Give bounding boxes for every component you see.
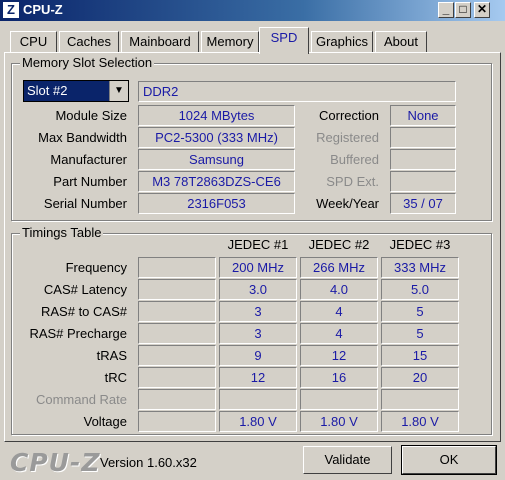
validate-button[interactable]: Validate	[303, 446, 392, 474]
timings-table-legend: Timings Table	[20, 225, 104, 240]
week-year-label: Week/Year	[316, 196, 379, 211]
buffered-value	[390, 149, 456, 170]
timing-value-jedec-2: 12	[300, 345, 378, 366]
minimize-icon: _	[442, 2, 450, 16]
serial-number-label: Serial Number	[43, 196, 127, 211]
registered-value	[390, 127, 456, 148]
column-header-jedec-1: JEDEC #1	[227, 237, 289, 252]
timing-value-jedec-3: 15	[381, 345, 459, 366]
timing-value-jedec-1: 1.80 V	[219, 411, 297, 432]
tab-memory[interactable]: Memory	[201, 31, 259, 53]
close-icon: ✕	[476, 2, 488, 16]
timing-row-label: tRC	[104, 370, 127, 385]
cpuz-app-icon: Z	[3, 2, 19, 18]
timings-table-group: Timings Table JEDEC #1 JEDEC #2 JEDEC #3…	[11, 225, 492, 435]
timing-value-jedec-1: 12	[219, 367, 297, 388]
version-label: Version 1.60.x32	[100, 455, 197, 470]
timing-value-jedec-1: 3	[219, 323, 297, 344]
title-bar[interactable]: Z CPU-Z _ □ ✕	[0, 0, 505, 21]
chevron-down-icon[interactable]: ▼	[109, 81, 128, 101]
timing-row-extra-field	[138, 411, 216, 432]
correction-value: None	[390, 105, 456, 126]
timing-value-jedec-2	[300, 389, 378, 410]
part-number-value: M3 78T2863DZS-CE6	[138, 171, 295, 192]
timing-value-jedec-1: 3.0	[219, 279, 297, 300]
tab-strip: CPU Caches Mainboard Memory SPD Graphics…	[6, 27, 501, 54]
timing-value-jedec-2: 266 MHz	[300, 257, 378, 278]
timing-row-extra-field	[138, 323, 216, 344]
memory-type-field: DDR2	[138, 81, 456, 102]
spd-ext-label: SPD Ext.	[326, 174, 379, 189]
column-header-jedec-2: JEDEC #2	[308, 237, 370, 252]
module-size-value: 1024 MBytes	[138, 105, 295, 126]
timing-row-label: Command Rate	[35, 392, 127, 407]
timing-value-jedec-3: 20	[381, 367, 459, 388]
tab-caches[interactable]: Caches	[59, 31, 119, 53]
timing-value-jedec-3: 5	[381, 323, 459, 344]
manufacturer-value: Samsung	[138, 149, 295, 170]
timing-value-jedec-1	[219, 389, 297, 410]
close-button[interactable]: ✕	[474, 2, 490, 18]
correction-label: Correction	[319, 108, 379, 123]
max-bandwidth-value: PC2-5300 (333 MHz)	[138, 127, 295, 148]
timing-value-jedec-2: 1.80 V	[300, 411, 378, 432]
timing-value-jedec-3	[381, 389, 459, 410]
timing-value-jedec-2: 4.0	[300, 279, 378, 300]
timing-row-label: RAS# to CAS#	[41, 304, 127, 319]
spd-panel: Memory Slot Selection Slot #2 ▼ DDR2 Mod…	[4, 52, 501, 442]
maximize-button[interactable]: □	[455, 2, 471, 18]
timing-value-jedec-3: 5.0	[381, 279, 459, 300]
timing-value-jedec-2: 4	[300, 323, 378, 344]
timing-row-extra-field	[138, 389, 216, 410]
timing-row-extra-field	[138, 257, 216, 278]
timing-row-label: RAS# Precharge	[29, 326, 127, 341]
timing-row-label: CAS# Latency	[43, 282, 127, 297]
maximize-icon: □	[459, 2, 467, 16]
timing-row-label: tRAS	[96, 348, 127, 363]
timing-value-jedec-2: 16	[300, 367, 378, 388]
tab-spd[interactable]: SPD	[259, 27, 309, 54]
spd-ext-value	[390, 171, 456, 192]
tab-about[interactable]: About	[375, 31, 427, 53]
timing-row-extra-field	[138, 301, 216, 322]
manufacturer-label: Manufacturer	[50, 152, 127, 167]
week-year-value: 35 / 07	[390, 193, 456, 214]
registered-label: Registered	[316, 130, 379, 145]
cpuz-logo: CPU-Z	[10, 448, 101, 477]
timing-value-jedec-3: 1.80 V	[381, 411, 459, 432]
module-size-label: Module Size	[55, 108, 127, 123]
timing-value-jedec-1: 3	[219, 301, 297, 322]
timing-row-extra-field	[138, 367, 216, 388]
tab-mainboard[interactable]: Mainboard	[121, 31, 199, 53]
max-bandwidth-label: Max Bandwidth	[38, 130, 127, 145]
tab-graphics[interactable]: Graphics	[311, 31, 373, 53]
timing-value-jedec-3: 5	[381, 301, 459, 322]
timing-value-jedec-2: 4	[300, 301, 378, 322]
minimize-button[interactable]: _	[438, 2, 454, 18]
timing-value-jedec-1: 200 MHz	[219, 257, 297, 278]
timing-row-extra-field	[138, 279, 216, 300]
slot-select-value: Slot #2	[27, 83, 68, 98]
timing-value-jedec-1: 9	[219, 345, 297, 366]
window-title: CPU-Z	[23, 2, 63, 17]
part-number-label: Part Number	[53, 174, 127, 189]
memory-slot-selection-legend: Memory Slot Selection	[20, 55, 155, 70]
ok-button[interactable]: OK	[401, 445, 497, 475]
timing-row-extra-field	[138, 345, 216, 366]
tab-cpu[interactable]: CPU	[10, 31, 57, 53]
cpuz-window: Z CPU-Z _ □ ✕ CPU Caches Mainboard Memor…	[0, 0, 505, 480]
memory-slot-selection-group: Memory Slot Selection Slot #2 ▼ DDR2 Mod…	[11, 55, 492, 221]
slot-select[interactable]: Slot #2 ▼	[23, 80, 129, 102]
serial-number-value: 2316F053	[138, 193, 295, 214]
timing-value-jedec-3: 333 MHz	[381, 257, 459, 278]
column-header-jedec-3: JEDEC #3	[389, 237, 451, 252]
timing-row-label: Voltage	[83, 414, 127, 429]
timing-row-label: Frequency	[65, 260, 127, 275]
buffered-label: Buffered	[330, 152, 379, 167]
